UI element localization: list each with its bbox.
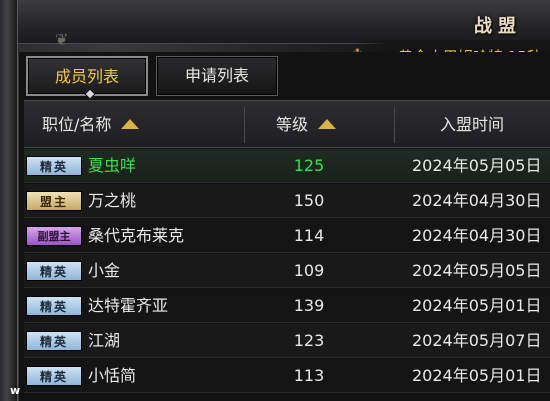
frame-left-border — [0, 0, 18, 401]
sort-ascending-icon[interactable] — [318, 118, 337, 129]
member-level: 109 — [293, 261, 325, 280]
rank-badge: 精英 — [26, 156, 82, 176]
member-level: 113 — [293, 366, 325, 385]
member-level: 139 — [293, 296, 325, 315]
corner-watermark: w — [10, 384, 21, 397]
header-joined-label: 入盟时间 — [440, 115, 505, 134]
table-row[interactable]: 精英 达特霍齐亚 139 2024年05月01日 — [24, 289, 550, 323]
header-level-label: 等级 — [276, 115, 309, 134]
member-level: 123 — [293, 331, 325, 350]
rank-badge: 精英 — [26, 366, 82, 386]
header-level-column[interactable]: 等级 — [276, 101, 337, 149]
member-joined-date: 2024年05月01日 — [412, 296, 542, 315]
tab-member-list[interactable]: 成员列表 — [26, 56, 148, 96]
header-divider — [244, 107, 245, 143]
table-row[interactable]: 副盟主 桑代克布莱克 114 2024年04月30日 — [24, 219, 550, 253]
member-name: 江湖 — [88, 331, 121, 350]
member-name: 万之桃 — [88, 191, 137, 210]
rank-badge: 精英 — [26, 331, 82, 351]
member-joined-date: 2024年05月01日 — [412, 366, 542, 385]
table-header: 职位/名称 等级 入盟时间 — [24, 100, 550, 148]
rank-badge: 盟主 — [26, 191, 82, 211]
member-joined-date: 2024年04月30日 — [412, 191, 542, 210]
member-joined-date: 2024年04月30日 — [412, 226, 542, 245]
member-joined-date: 2024年05月07日 — [412, 331, 542, 350]
member-name: 小恬简 — [88, 366, 137, 385]
table-row[interactable]: 精英 小金 109 2024年05月05日 — [24, 254, 550, 288]
member-level: 125 — [293, 156, 325, 175]
rank-badge: 精英 — [26, 261, 82, 281]
member-level: 150 — [293, 191, 325, 210]
window-title: 战盟 — [474, 16, 522, 37]
member-name: 夏虫咩 — [88, 156, 137, 175]
member-name: 小金 — [88, 261, 121, 280]
rank-badge: 精英 — [26, 296, 82, 316]
rank-badge: 副盟主 — [26, 226, 82, 246]
member-name: 桑代克布莱克 — [88, 226, 185, 245]
header-divider — [394, 107, 395, 143]
header-name-column[interactable]: 职位/名称 — [42, 101, 140, 149]
member-joined-date: 2024年05月05日 — [412, 261, 542, 280]
member-name: 达特霍齐亚 — [88, 296, 169, 315]
member-level: 114 — [293, 226, 325, 245]
ornament-flourish-icon: ❦ — [55, 30, 69, 49]
header-joined-column[interactable]: 入盟时间 — [440, 101, 504, 149]
tab-application-list[interactable]: 申请列表 — [156, 56, 278, 96]
table-row[interactable]: 盟主 万之桃 150 2024年04月30日 — [24, 184, 550, 218]
member-list: 精英 夏虫咩 125 2024年05月05日 盟主 万之桃 150 2024年0… — [24, 149, 550, 401]
sort-ascending-icon[interactable] — [121, 118, 140, 129]
table-row[interactable]: 精英 小恬简 113 2024年05月01日 — [24, 359, 550, 393]
table-row[interactable]: 精英 夏虫咩 125 2024年05月05日 — [24, 149, 550, 183]
header-name-label: 职位/名称 — [42, 115, 112, 134]
member-joined-date: 2024年05月05日 — [412, 156, 542, 175]
table-row[interactable]: 精英 江湖 123 2024年05月07日 — [24, 324, 550, 358]
